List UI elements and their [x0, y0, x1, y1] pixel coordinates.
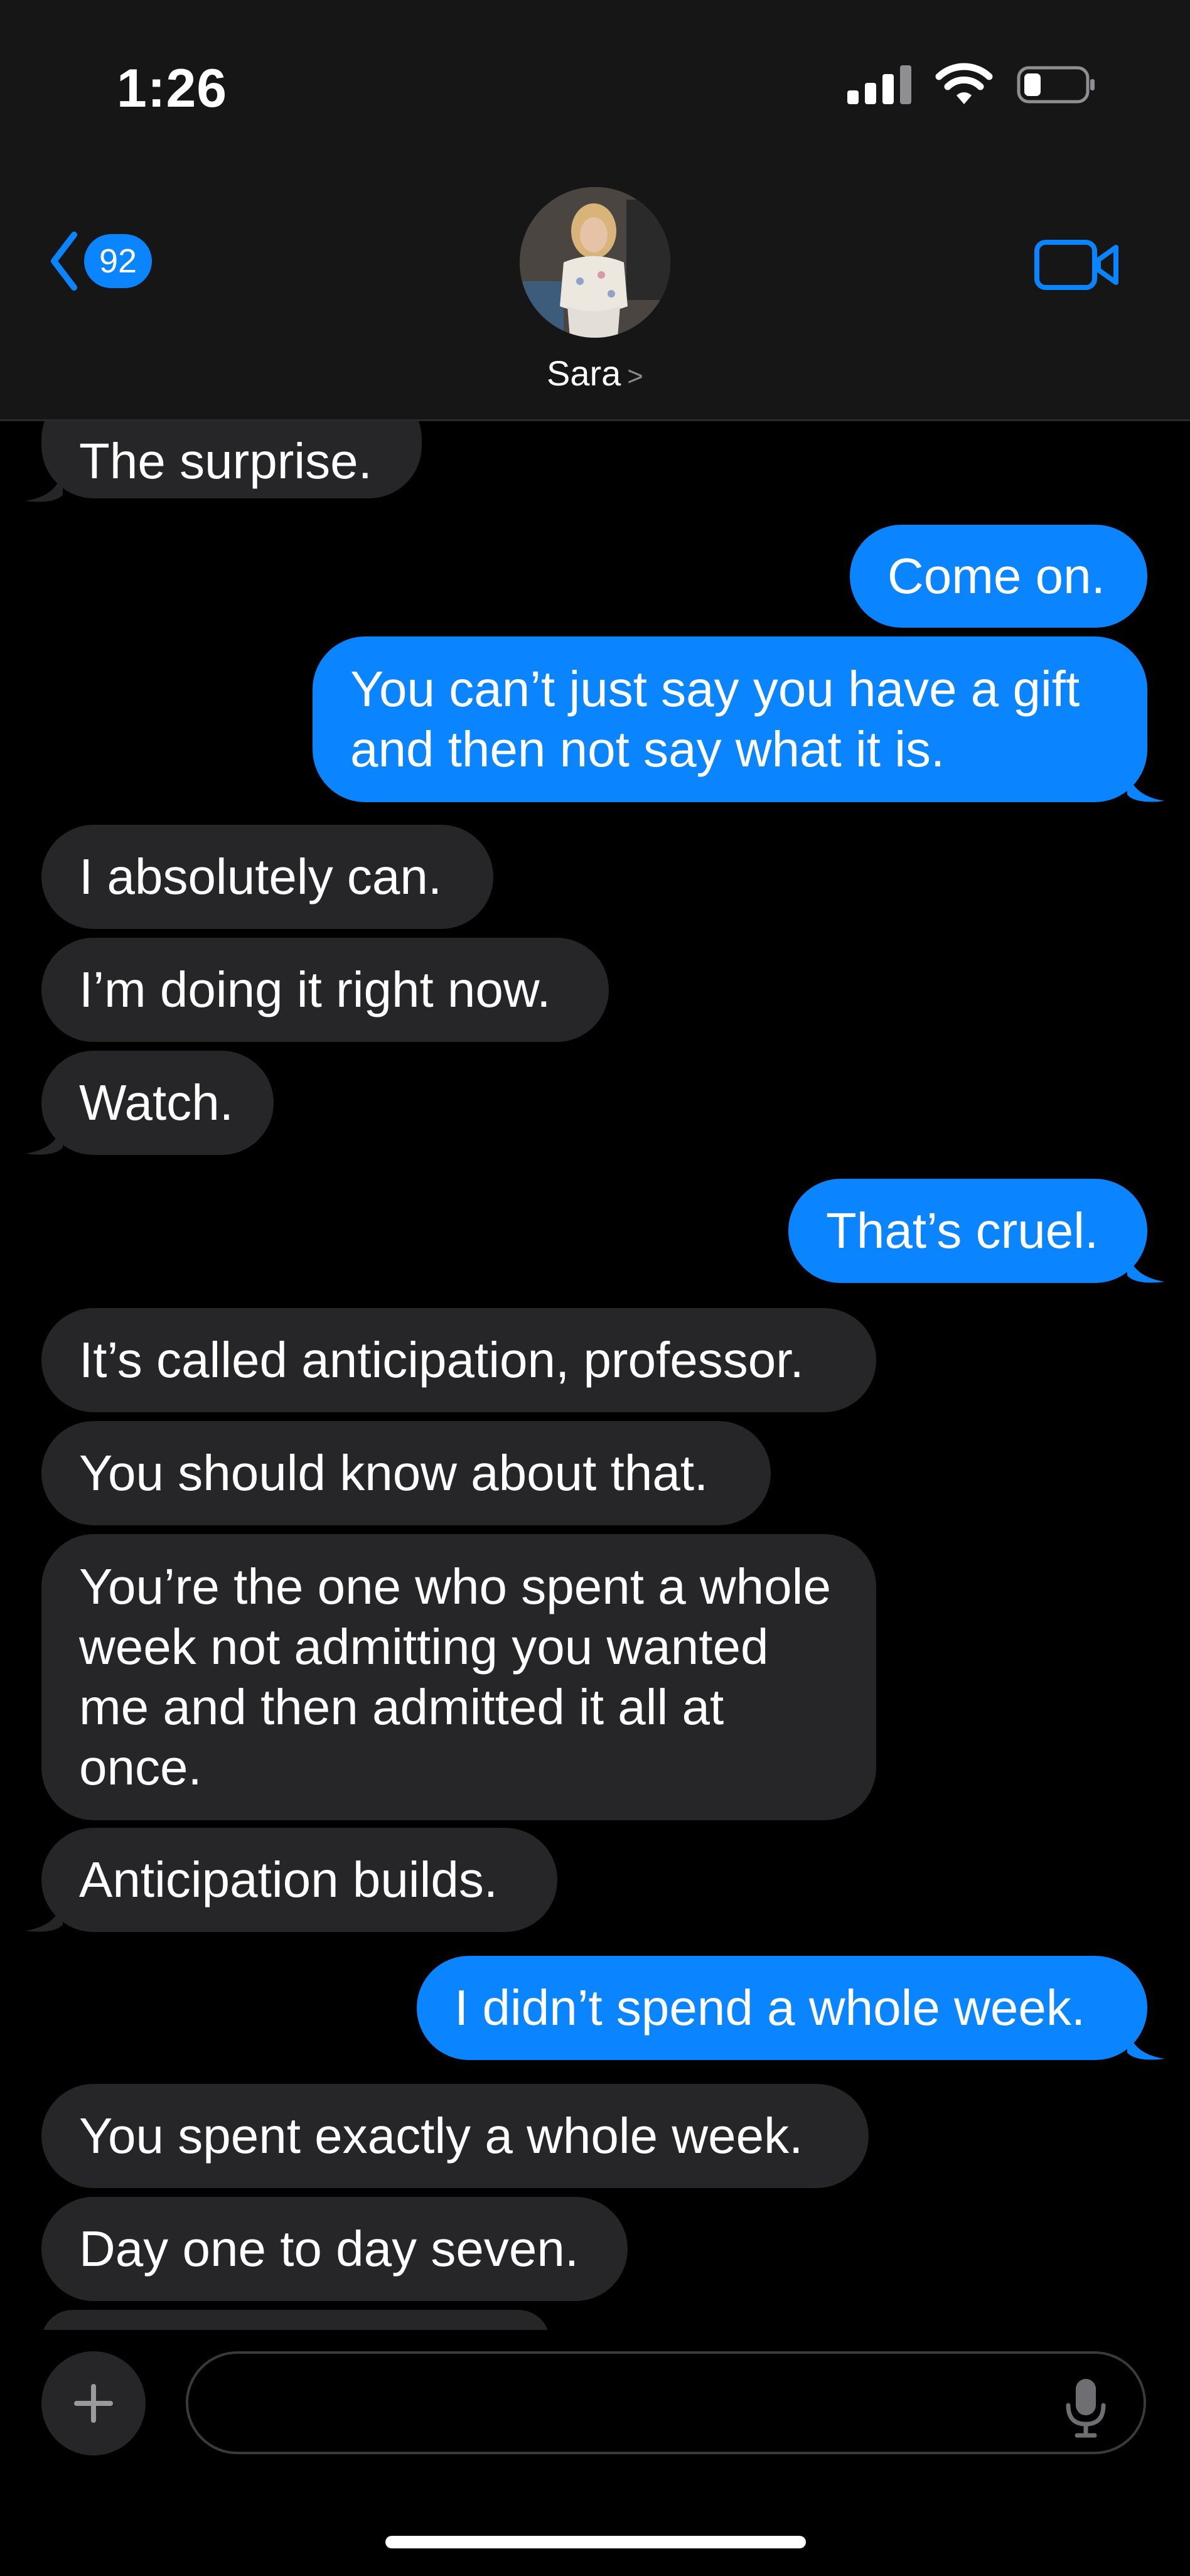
home-indicator[interactable] — [385, 2536, 806, 2548]
contact-name: Sara — [547, 353, 621, 393]
message-bubble-outgoing: That’s cruel. — [788, 1179, 1147, 1283]
microphone-icon[interactable] — [1061, 2376, 1111, 2439]
status-time: 1:26 — [117, 58, 228, 119]
message-bubble-outgoing: I didn’t spend a whole week. — [417, 1956, 1147, 2060]
status-icons — [847, 63, 1096, 107]
apps-plus-button[interactable] — [41, 2351, 146, 2455]
message-bubble-incoming: I’m doing it right now. — [41, 938, 609, 1042]
message-bubble-incoming: It’s called anticipation, professor. — [41, 1308, 876, 1412]
message-bubble-incoming: Watch. — [41, 1051, 274, 1155]
bubble-tail — [1127, 1247, 1165, 1283]
message-bubble-partial — [41, 2310, 550, 2330]
battery-icon — [1017, 66, 1095, 104]
message-input[interactable] — [186, 2351, 1146, 2454]
message-bubble-outgoing: You can’t just say you have a gift and t… — [313, 636, 1147, 802]
bubble-tail — [1127, 2024, 1165, 2060]
message-bubble-outgoing: Come on. — [850, 525, 1147, 628]
contact-avatar[interactable] — [520, 187, 670, 338]
chevron-right-icon: > — [627, 361, 643, 392]
message-bubble-incoming: I absolutely can. — [41, 825, 493, 929]
unread-count-badge: 92 — [84, 234, 152, 288]
message-bubble-incoming: You should know about that. — [41, 1421, 771, 1525]
back-button[interactable]: 92 — [49, 230, 152, 292]
contact-name-button[interactable]: Sara > — [0, 353, 1190, 394]
conversation-header: 1:26 92 Sara > — [0, 0, 1190, 421]
cellular-signal-icon — [847, 65, 911, 104]
message-bubble-incoming: You’re the one who spent a whole week no… — [41, 1534, 876, 1820]
bubble-tail — [25, 466, 63, 502]
chevron-left-icon — [51, 232, 77, 291]
message-bubble-incoming: You spent exactly a whole week. — [41, 2084, 869, 2188]
wifi-icon — [935, 63, 993, 104]
plus-icon — [74, 2384, 113, 2423]
message-bubble-incoming: Anticipation builds. — [41, 1828, 557, 1932]
bubble-tail — [25, 1896, 63, 1932]
bubble-tail — [1127, 766, 1165, 802]
facetime-video-icon[interactable] — [1033, 233, 1121, 296]
bubble-tail — [25, 1119, 63, 1155]
message-bubble-incoming: Day one to day seven. — [41, 2197, 628, 2301]
avatar-image — [520, 187, 670, 338]
